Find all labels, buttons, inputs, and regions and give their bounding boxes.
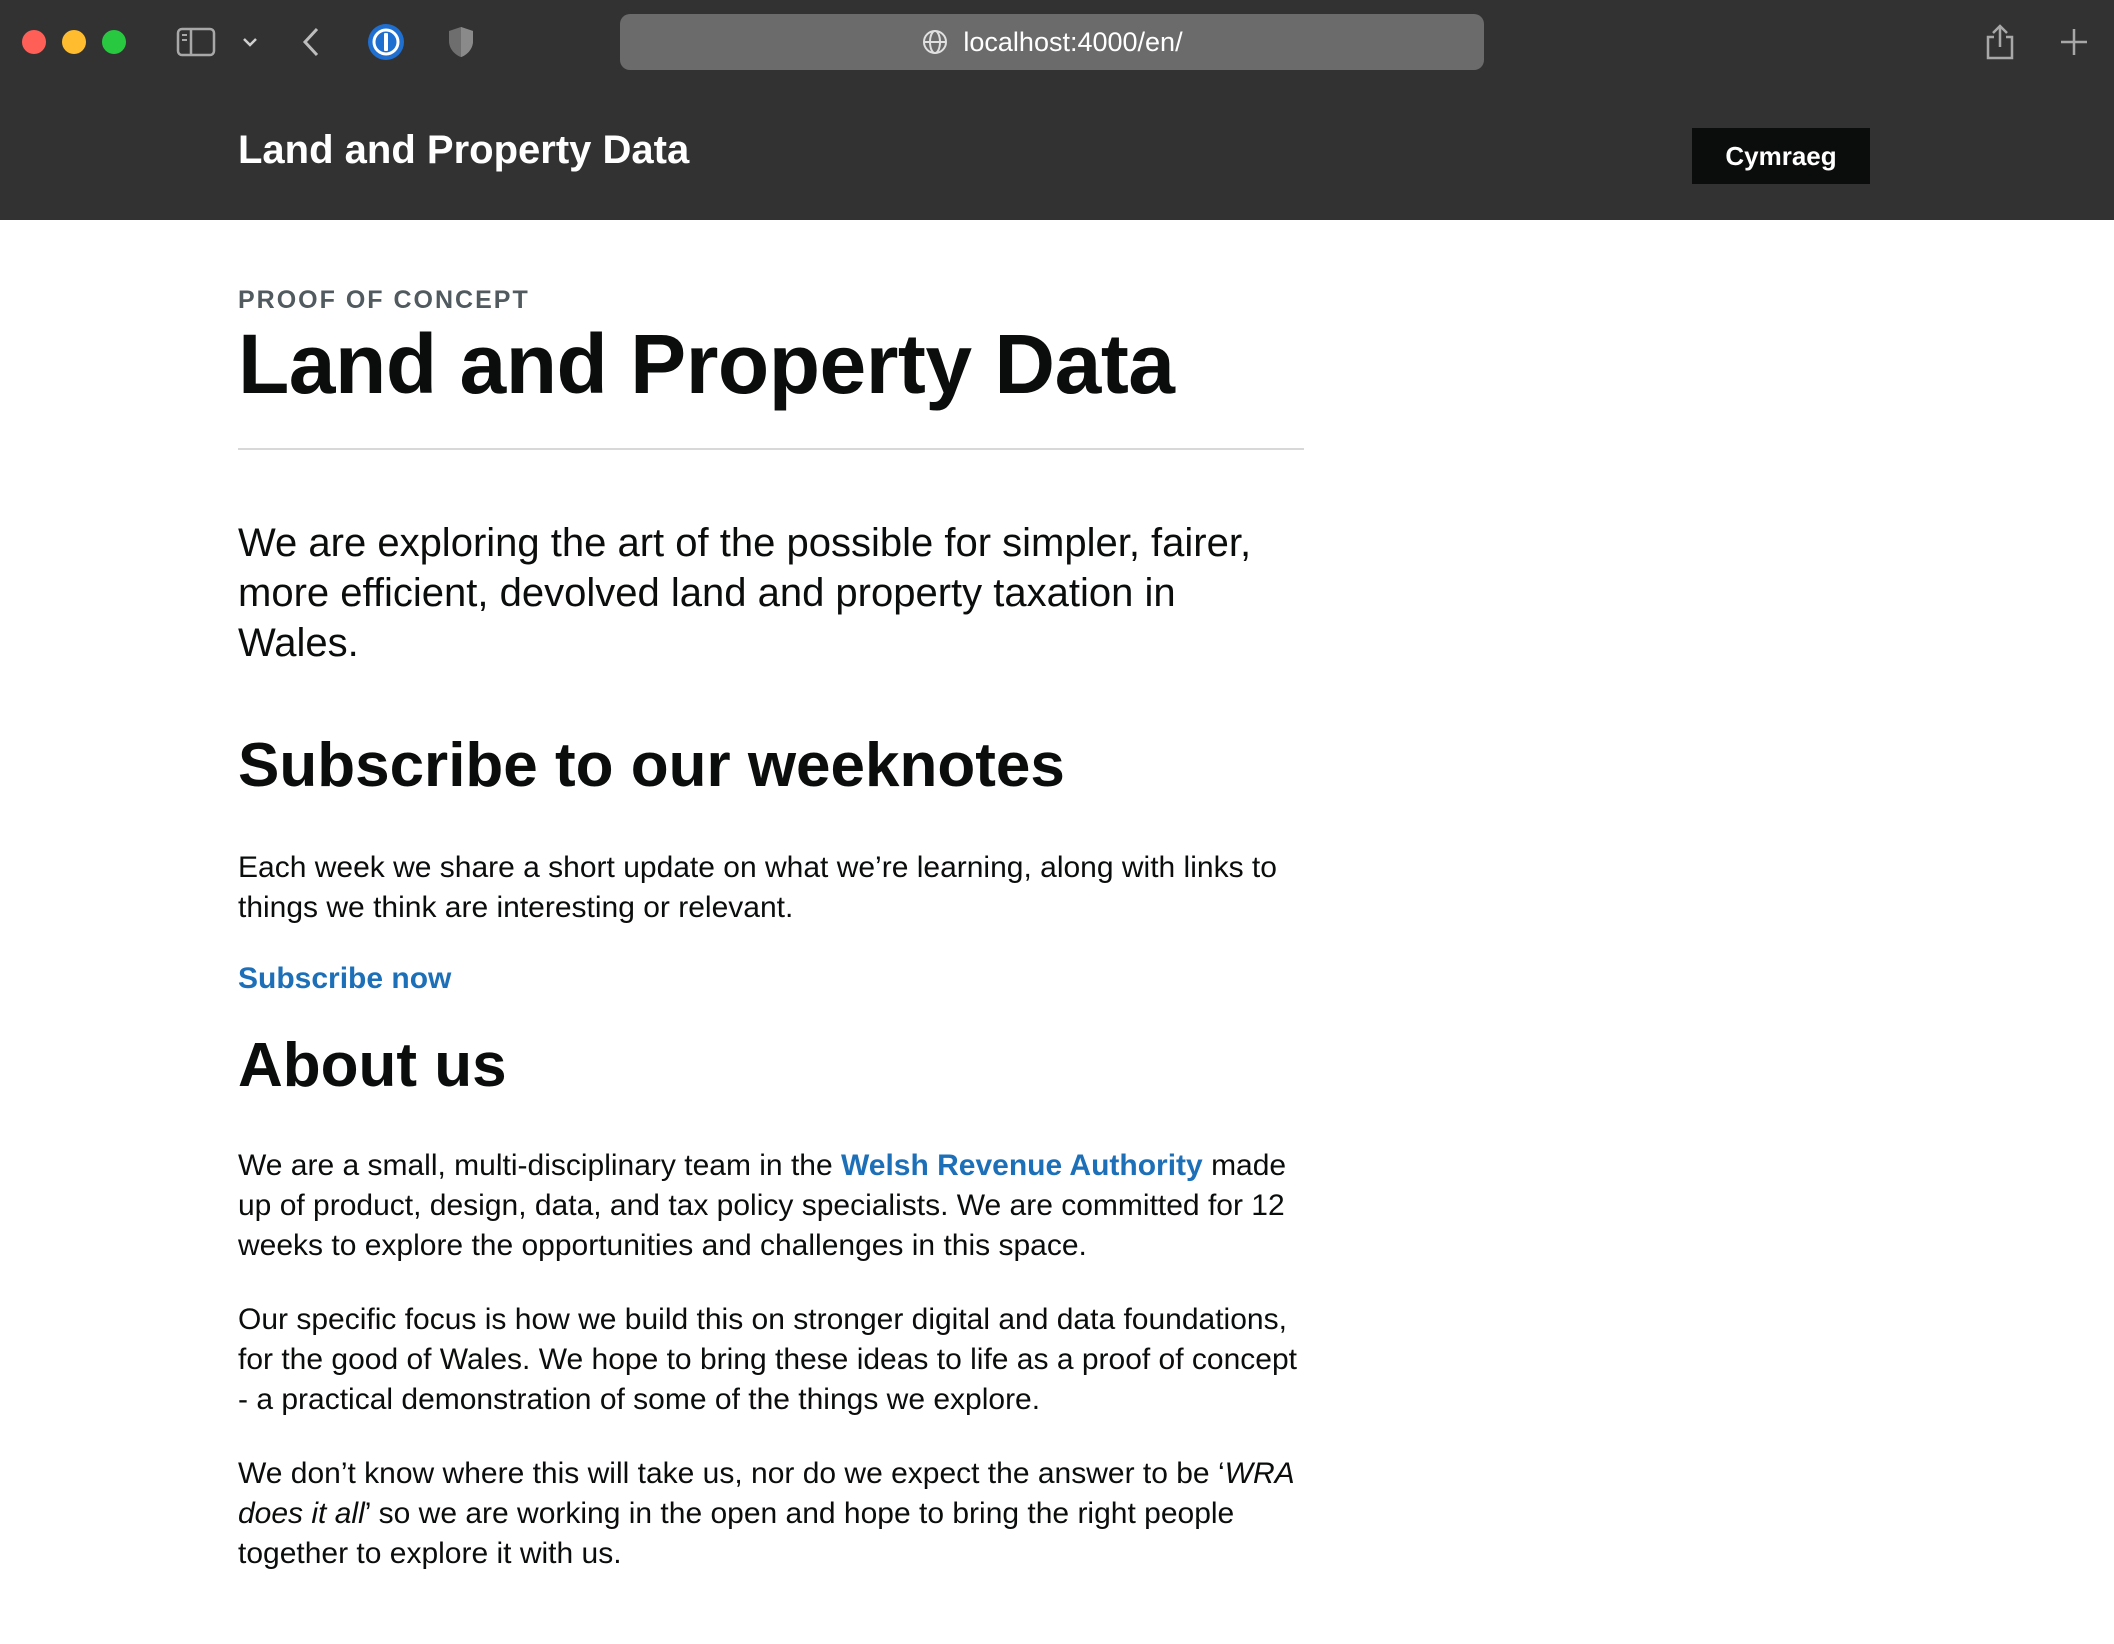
close-window-button[interactable] [22,30,46,54]
site-header: Land and Property Data Cymraeg [0,84,2114,220]
back-icon[interactable] [296,18,326,66]
subscribe-heading: Subscribe to our weeknotes [238,731,1065,800]
globe-icon [921,28,949,56]
page-title: Land and Property Data [238,317,1175,411]
address-bar[interactable]: localhost:4000/en/ [620,14,1484,70]
lead-paragraph: We are exploring the art of the possible… [238,521,1252,665]
subscribe-now-link[interactable]: Subscribe now [238,962,451,996]
about-paragraph-1: We are a small, multi-disciplinary team … [238,1146,1304,1266]
chevron-down-icon[interactable] [238,18,262,66]
language-toggle-button[interactable]: Cymraeg [1692,128,1870,184]
url-text: localhost:4000/en/ [963,26,1183,57]
zoom-window-button[interactable] [102,30,126,54]
about-paragraph-3-text-end: ’ so we are working in the open and hope… [238,1497,1235,1570]
about-paragraph-2: Our specific focus is how we build this … [238,1303,1297,1416]
about-paragraph-3-text-start: We don’t know where this will take us, n… [238,1457,1225,1490]
welsh-revenue-authority-link[interactable]: Welsh Revenue Authority [841,1149,1203,1182]
minimize-window-button[interactable] [62,30,86,54]
sidebar-icon[interactable] [174,18,218,66]
share-icon[interactable] [1982,18,2018,66]
shield-icon[interactable] [444,18,478,66]
subscribe-description: Each week we share a short update on wha… [238,851,1277,924]
page-caption: PROOF OF CONCEPT [238,286,530,314]
about-paragraph-3: We don’t know where this will take us, n… [238,1454,1304,1574]
password-manager-icon[interactable] [364,18,408,66]
about-heading: About us [238,1031,507,1100]
section-divider [238,448,1304,450]
site-title-link[interactable]: Land and Property Data [238,130,689,170]
browser-toolbar: localhost:4000/en/ [0,0,2114,84]
about-paragraph-1-text-start: We are a small, multi-disciplinary team … [238,1149,841,1182]
new-tab-icon[interactable] [2056,18,2092,66]
